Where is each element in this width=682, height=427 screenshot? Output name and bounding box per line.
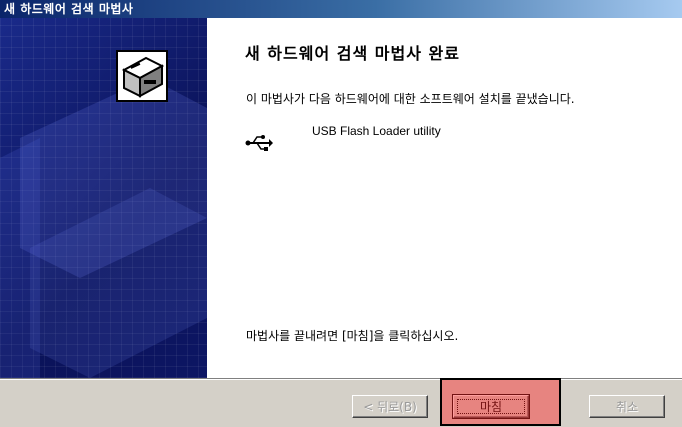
usb-icon: [245, 135, 273, 151]
title-bar[interactable]: 새 하드웨어 검색 마법사: [0, 0, 682, 18]
cancel-button[interactable]: 취소: [589, 395, 665, 418]
focus-rectangle: [457, 399, 525, 414]
hardware-wizard-icon: [116, 50, 168, 102]
back-button[interactable]: < 뒤로(B): [352, 395, 428, 418]
finish-instruction: 마법사를 끝내려면 [마침]을 클릭하십시오.: [246, 329, 459, 343]
wizard-heading: 새 하드웨어 검색 마법사 완료: [245, 44, 460, 63]
wizard-side-panel: [0, 18, 207, 378]
wizard-button-bar: < 뒤로(B) 마침 취소: [0, 378, 682, 427]
wizard-description: 이 마법사가 다음 하드웨어에 대한 소프트웨어 설치를 끝냈습니다.: [246, 92, 575, 106]
watermark-graphic: [0, 78, 207, 378]
finish-button[interactable]: 마침: [452, 394, 530, 419]
window-title: 새 하드웨어 검색 마법사: [4, 2, 134, 16]
device-name: USB Flash Loader utility: [312, 124, 441, 138]
